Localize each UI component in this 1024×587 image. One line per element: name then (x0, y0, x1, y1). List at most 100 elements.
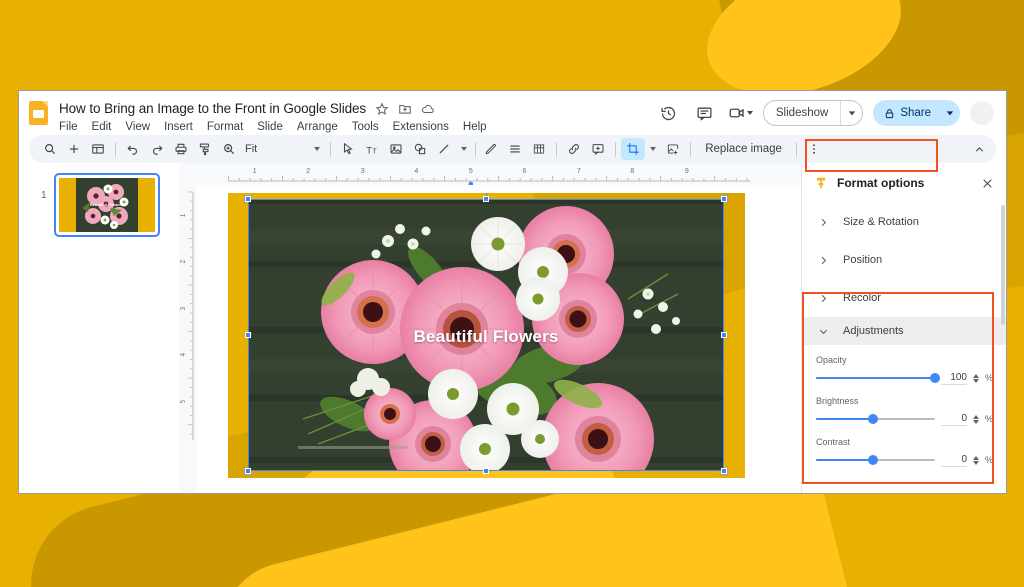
menu-item-insert[interactable]: Insert (164, 121, 193, 133)
slide-canvas[interactable]: Beautiful Flowers (228, 193, 745, 478)
brightness-stepper[interactable] (973, 414, 979, 424)
pen-icon[interactable] (479, 138, 503, 160)
crop-icon[interactable] (621, 138, 646, 160)
brightness-control: 0 % (816, 412, 993, 426)
slideshow-dropdown[interactable] (840, 101, 862, 125)
toolbar-divider-4 (556, 141, 558, 157)
section-label: Adjustments (843, 325, 904, 337)
canvas-area[interactable]: 123 456 789 1 2 3 4 5 Beautiful Flowers (179, 163, 801, 493)
svg-text:1: 1 (253, 168, 257, 175)
section-position[interactable]: Position (802, 241, 1006, 279)
link-icon[interactable] (562, 138, 586, 160)
format-options-icon (816, 177, 826, 189)
text-box-icon[interactable]: TT (360, 138, 384, 160)
chevron-down-icon (819, 329, 828, 334)
brightness-control-group: Brightness 0 % (816, 396, 993, 426)
shape-icon[interactable] (408, 138, 432, 160)
comment-icon[interactable] (692, 100, 718, 126)
section-adjustments[interactable]: Adjustments (802, 317, 1006, 345)
menu-item-edit[interactable]: Edit (92, 121, 112, 133)
undo-icon[interactable] (121, 138, 145, 160)
list-item[interactable]: 1 Beautiful Flowers (19, 173, 179, 237)
menu-item-view[interactable]: View (125, 121, 150, 133)
table-border-icon[interactable] (527, 138, 551, 160)
slideshow-button[interactable]: Slideshow (762, 100, 864, 126)
contrast-label: Contrast (816, 437, 851, 447)
contrast-value[interactable]: 0 (941, 454, 967, 467)
zoom-level-label[interactable]: Fit (241, 143, 261, 155)
avatar[interactable] (970, 101, 994, 125)
close-icon[interactable] (981, 177, 994, 190)
brightness-value[interactable]: 0 (941, 413, 967, 426)
star-icon[interactable] (375, 101, 389, 116)
opacity-stepper[interactable] (973, 373, 979, 383)
contrast-slider[interactable] (816, 453, 935, 467)
present-video-button[interactable] (728, 104, 753, 122)
align-icon[interactable] (503, 138, 527, 160)
svg-text:1: 1 (180, 213, 187, 217)
more-options-icon[interactable] (802, 138, 826, 160)
share-button[interactable]: Share (873, 100, 960, 126)
chevron-right-icon (821, 294, 827, 302)
format-options-panel: Format options Size & Rotation Position … (801, 163, 1006, 493)
redo-icon[interactable] (145, 138, 169, 160)
menu-item-slide[interactable]: Slide (257, 121, 283, 133)
share-main[interactable]: Share (873, 107, 940, 119)
section-recolor[interactable]: Recolor (802, 279, 1006, 317)
search-icon[interactable] (38, 138, 62, 160)
select-cursor-icon[interactable] (336, 138, 360, 160)
vertical-ruler[interactable]: 1 2 3 4 5 (179, 185, 197, 493)
menu-item-tools[interactable]: Tools (352, 121, 379, 133)
opacity-slider[interactable] (816, 371, 940, 385)
opacity-unit: % (985, 373, 994, 383)
menu-item-file[interactable]: File (59, 121, 78, 133)
comment-add-icon[interactable] (586, 138, 610, 160)
mask-image-icon[interactable] (661, 138, 685, 160)
google-slides-window: How to Bring an Image to the Front in Go… (18, 90, 1007, 494)
adjustments-body: Opacity 100 % Brightness 0 % Contrast 0 … (802, 345, 1006, 486)
brightness-slider[interactable] (816, 412, 935, 426)
section-size-and-rotation[interactable]: Size & Rotation (802, 203, 1006, 241)
menu-item-extensions[interactable]: Extensions (393, 121, 449, 133)
horizontal-ruler[interactable]: 1 2 3 4 5 6 7 8 9 (179, 163, 801, 187)
chevron-down-icon[interactable] (746, 111, 753, 115)
header-text-block: How to Bring an Image to the Front in Go… (59, 99, 487, 133)
panel-scrollbar[interactable] (1001, 205, 1005, 325)
contrast-unit: % (985, 455, 994, 465)
opacity-value[interactable]: 100 (941, 372, 967, 385)
zoom-dropdown-icon[interactable] (309, 138, 325, 160)
add-slide-icon[interactable] (62, 138, 86, 160)
layout-icon[interactable] (86, 138, 110, 160)
collapse-toolbar-icon[interactable] (973, 143, 986, 156)
slide-thumbnail-selected[interactable]: Beautiful Flowers (53, 173, 160, 237)
line-icon[interactable] (432, 138, 456, 160)
page-title[interactable]: How to Bring an Image to the Front in Go… (59, 101, 366, 116)
flower-image[interactable]: Beautiful Flowers (248, 199, 724, 471)
share-dropdown[interactable] (940, 100, 960, 126)
print-icon[interactable] (169, 138, 193, 160)
zoom-icon[interactable] (217, 138, 241, 160)
chevron-right-icon (821, 256, 827, 264)
slider-knob[interactable] (868, 414, 879, 424)
toolbar-divider-5 (615, 141, 617, 157)
svg-text:5: 5 (469, 168, 473, 175)
cloud-saved-icon[interactable] (421, 102, 435, 116)
slider-knob[interactable] (930, 373, 940, 383)
slider-knob[interactable] (868, 455, 879, 465)
slide-filmstrip[interactable]: 1 Beautiful Flowers (19, 163, 179, 493)
menu-item-arrange[interactable]: Arrange (297, 121, 338, 133)
app-header: How to Bring an Image to the Front in Go… (19, 91, 1006, 133)
replace-image-button[interactable]: Replace image (696, 143, 791, 155)
move-to-folder-icon[interactable] (398, 102, 412, 116)
paint-format-icon[interactable] (193, 138, 217, 160)
google-slides-logo (29, 101, 51, 127)
menu-item-format[interactable]: Format (207, 121, 243, 133)
menu-item-help[interactable]: Help (463, 121, 487, 133)
contrast-stepper[interactable] (973, 455, 979, 465)
insert-image-icon[interactable] (384, 138, 408, 160)
version-history-icon[interactable] (656, 100, 682, 126)
line-dropdown-icon[interactable] (456, 138, 472, 160)
crop-dropdown-icon[interactable] (645, 138, 661, 160)
editor-body: 1 Beautiful Flowers 1 2 3 4 5 6 7 8 9 1 … (19, 163, 1006, 493)
contrast-control-group: Contrast 0 % (816, 437, 994, 467)
